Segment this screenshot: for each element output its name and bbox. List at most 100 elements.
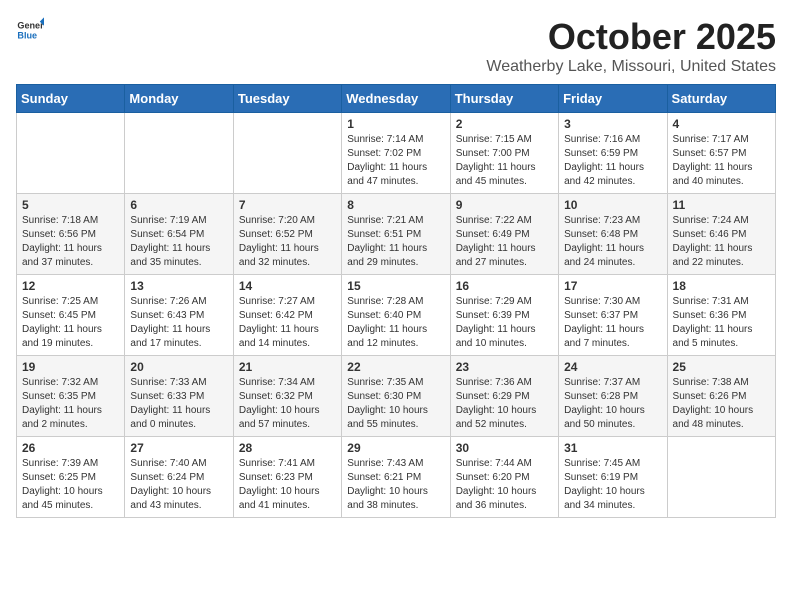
calendar-cell: 4 Sunrise: 7:17 AMSunset: 6:57 PMDaylight… bbox=[667, 113, 775, 194]
day-number: 6 bbox=[130, 198, 227, 212]
calendar-cell: 6Sunrise: 7:19 AMSunset: 6:54 PMDaylight… bbox=[125, 194, 233, 275]
day-number: 19 bbox=[22, 360, 119, 374]
calendar-cell: 29Sunrise: 7:43 AMSunset: 6:21 PMDayligh… bbox=[342, 437, 450, 518]
day-number: 28 bbox=[239, 441, 336, 455]
day-number: 4 bbox=[673, 117, 770, 131]
day-info: Sunrise: 7:16 AMSunset: 6:59 PMDaylight:… bbox=[564, 133, 661, 189]
calendar-cell: 5 Sunrise: 7:18 AMSunset: 6:56 PMDaylight… bbox=[17, 194, 125, 275]
calendar-cell bbox=[125, 113, 233, 194]
day-number: 18 bbox=[673, 279, 770, 293]
day-number: 12 bbox=[22, 279, 119, 293]
day-number: 25 bbox=[673, 360, 770, 374]
day-number: 14 bbox=[239, 279, 336, 293]
logo-icon: General Blue bbox=[16, 16, 44, 44]
day-info: Sunrise: 7:38 AMSunset: 6:26 PMDaylight:… bbox=[673, 376, 770, 432]
day-info: Sunrise: 7:27 AMSunset: 6:42 PMDaylight:… bbox=[239, 295, 336, 351]
day-number: 7 bbox=[239, 198, 336, 212]
weekday-header-sunday: Sunday bbox=[17, 85, 125, 113]
day-number: 21 bbox=[239, 360, 336, 374]
calendar-cell: 31Sunrise: 7:45 AMSunset: 6:19 PMDayligh… bbox=[559, 437, 667, 518]
calendar-cell: 8 Sunrise: 7:21 AMSunset: 6:51 PMDaylight… bbox=[342, 194, 450, 275]
logo: General Blue bbox=[16, 16, 44, 44]
day-info: Sunrise: 7:24 AMSunset: 6:46 PMDaylight:… bbox=[673, 214, 770, 270]
day-info: Sunrise: 7:30 AMSunset: 6:37 PMDaylight:… bbox=[564, 295, 661, 351]
day-info: Sunrise: 7:21 AMSunset: 6:51 PMDaylight:… bbox=[347, 214, 444, 270]
calendar-cell: 18 Sunrise: 7:31 AMSunset: 6:36 PMDayligh… bbox=[667, 275, 775, 356]
calendar-cell bbox=[233, 113, 341, 194]
calendar-cell: 1 Sunrise: 7:14 AMSunset: 7:02 PMDaylight… bbox=[342, 113, 450, 194]
calendar-cell bbox=[17, 113, 125, 194]
day-number: 22 bbox=[347, 360, 444, 374]
calendar-cell: 7 Sunrise: 7:20 AMSunset: 6:52 PMDaylight… bbox=[233, 194, 341, 275]
svg-text:Blue: Blue bbox=[17, 30, 37, 40]
day-info: Sunrise: 7:26 AMSunset: 6:43 PMDaylight:… bbox=[130, 295, 227, 351]
day-number: 11 bbox=[673, 198, 770, 212]
location-title: Weatherby Lake, Missouri, United States bbox=[486, 58, 776, 76]
day-number: 5 bbox=[22, 198, 119, 212]
weekday-header-friday: Friday bbox=[559, 85, 667, 113]
day-info: Sunrise: 7:36 AMSunset: 6:29 PMDaylight:… bbox=[456, 376, 553, 432]
day-info: Sunrise: 7:39 AMSunset: 6:25 PMDaylight:… bbox=[22, 457, 119, 513]
calendar-cell: 19Sunrise: 7:32 AMSunset: 6:35 PMDayligh… bbox=[17, 356, 125, 437]
calendar-cell: 14 Sunrise: 7:27 AMSunset: 6:42 PMDayligh… bbox=[233, 275, 341, 356]
day-number: 9 bbox=[456, 198, 553, 212]
calendar-cell: 27 Sunrise: 7:40 AMSunset: 6:24 PMDayligh… bbox=[125, 437, 233, 518]
weekday-header-monday: Monday bbox=[125, 85, 233, 113]
day-number: 23 bbox=[456, 360, 553, 374]
calendar-cell: 25 Sunrise: 7:38 AMSunset: 6:26 PMDayligh… bbox=[667, 356, 775, 437]
calendar-cell: 20Sunrise: 7:33 AMSunset: 6:33 PMDayligh… bbox=[125, 356, 233, 437]
calendar-cell: 24 Sunrise: 7:37 AMSunset: 6:28 PMDayligh… bbox=[559, 356, 667, 437]
calendar-cell: 10 Sunrise: 7:23 AMSunset: 6:48 PMDayligh… bbox=[559, 194, 667, 275]
day-number: 10 bbox=[564, 198, 661, 212]
calendar-cell: 17 Sunrise: 7:30 AMSunset: 6:37 PMDayligh… bbox=[559, 275, 667, 356]
calendar-cell: 2 Sunrise: 7:15 AMSunset: 7:00 PMDaylight… bbox=[450, 113, 558, 194]
day-info: Sunrise: 7:45 AMSunset: 6:19 PMDaylight:… bbox=[564, 457, 661, 513]
weekday-header-saturday: Saturday bbox=[667, 85, 775, 113]
day-number: 26 bbox=[22, 441, 119, 455]
calendar-cell: 28Sunrise: 7:41 AMSunset: 6:23 PMDayligh… bbox=[233, 437, 341, 518]
day-info: Sunrise: 7:14 AMSunset: 7:02 PMDaylight:… bbox=[347, 133, 444, 189]
day-info: Sunrise: 7:35 AMSunset: 6:30 PMDaylight:… bbox=[347, 376, 444, 432]
day-number: 16 bbox=[456, 279, 553, 293]
day-info: Sunrise: 7:17 AMSunset: 6:57 PMDaylight:… bbox=[673, 133, 770, 189]
calendar-cell: 26 Sunrise: 7:39 AMSunset: 6:25 PMDayligh… bbox=[17, 437, 125, 518]
calendar-cell: 23 Sunrise: 7:36 AMSunset: 6:29 PMDayligh… bbox=[450, 356, 558, 437]
day-info: Sunrise: 7:20 AMSunset: 6:52 PMDaylight:… bbox=[239, 214, 336, 270]
day-number: 13 bbox=[130, 279, 227, 293]
day-info: Sunrise: 7:22 AMSunset: 6:49 PMDaylight:… bbox=[456, 214, 553, 270]
calendar-cell: 21Sunrise: 7:34 AMSunset: 6:32 PMDayligh… bbox=[233, 356, 341, 437]
day-info: Sunrise: 7:15 AMSunset: 7:00 PMDaylight:… bbox=[456, 133, 553, 189]
day-info: Sunrise: 7:44 AMSunset: 6:20 PMDaylight:… bbox=[456, 457, 553, 513]
day-info: Sunrise: 7:37 AMSunset: 6:28 PMDaylight:… bbox=[564, 376, 661, 432]
day-number: 30 bbox=[456, 441, 553, 455]
svg-text:General: General bbox=[17, 21, 44, 31]
calendar: SundayMondayTuesdayWednesdayThursdayFrid… bbox=[16, 84, 776, 518]
day-number: 1 bbox=[347, 117, 444, 131]
day-info: Sunrise: 7:40 AMSunset: 6:24 PMDaylight:… bbox=[130, 457, 227, 513]
calendar-cell: 12Sunrise: 7:25 AMSunset: 6:45 PMDayligh… bbox=[17, 275, 125, 356]
calendar-cell: 13 Sunrise: 7:26 AMSunset: 6:43 PMDayligh… bbox=[125, 275, 233, 356]
calendar-cell: 9 Sunrise: 7:22 AMSunset: 6:49 PMDaylight… bbox=[450, 194, 558, 275]
calendar-cell: 15 Sunrise: 7:28 AMSunset: 6:40 PMDayligh… bbox=[342, 275, 450, 356]
day-info: Sunrise: 7:28 AMSunset: 6:40 PMDaylight:… bbox=[347, 295, 444, 351]
header: General Blue October 2025 Weatherby Lake… bbox=[16, 16, 776, 76]
day-info: Sunrise: 7:18 AMSunset: 6:56 PMDaylight:… bbox=[22, 214, 119, 270]
day-info: Sunrise: 7:43 AMSunset: 6:21 PMDaylight:… bbox=[347, 457, 444, 513]
day-info: Sunrise: 7:31 AMSunset: 6:36 PMDaylight:… bbox=[673, 295, 770, 351]
day-number: 24 bbox=[564, 360, 661, 374]
day-number: 17 bbox=[564, 279, 661, 293]
calendar-cell bbox=[667, 437, 775, 518]
day-number: 8 bbox=[347, 198, 444, 212]
day-info: Sunrise: 7:23 AMSunset: 6:48 PMDaylight:… bbox=[564, 214, 661, 270]
title-area: October 2025 Weatherby Lake, Missouri, U… bbox=[486, 16, 776, 76]
day-number: 20 bbox=[130, 360, 227, 374]
calendar-cell: 16Sunrise: 7:29 AMSunset: 6:39 PMDayligh… bbox=[450, 275, 558, 356]
calendar-cell: 30 Sunrise: 7:44 AMSunset: 6:20 PMDayligh… bbox=[450, 437, 558, 518]
day-number: 27 bbox=[130, 441, 227, 455]
month-title: October 2025 bbox=[486, 16, 776, 58]
day-number: 15 bbox=[347, 279, 444, 293]
day-number: 2 bbox=[456, 117, 553, 131]
calendar-cell: 22 Sunrise: 7:35 AMSunset: 6:30 PMDayligh… bbox=[342, 356, 450, 437]
calendar-cell: 11 Sunrise: 7:24 AMSunset: 6:46 PMDayligh… bbox=[667, 194, 775, 275]
calendar-cell: 3Sunrise: 7:16 AMSunset: 6:59 PMDaylight… bbox=[559, 113, 667, 194]
